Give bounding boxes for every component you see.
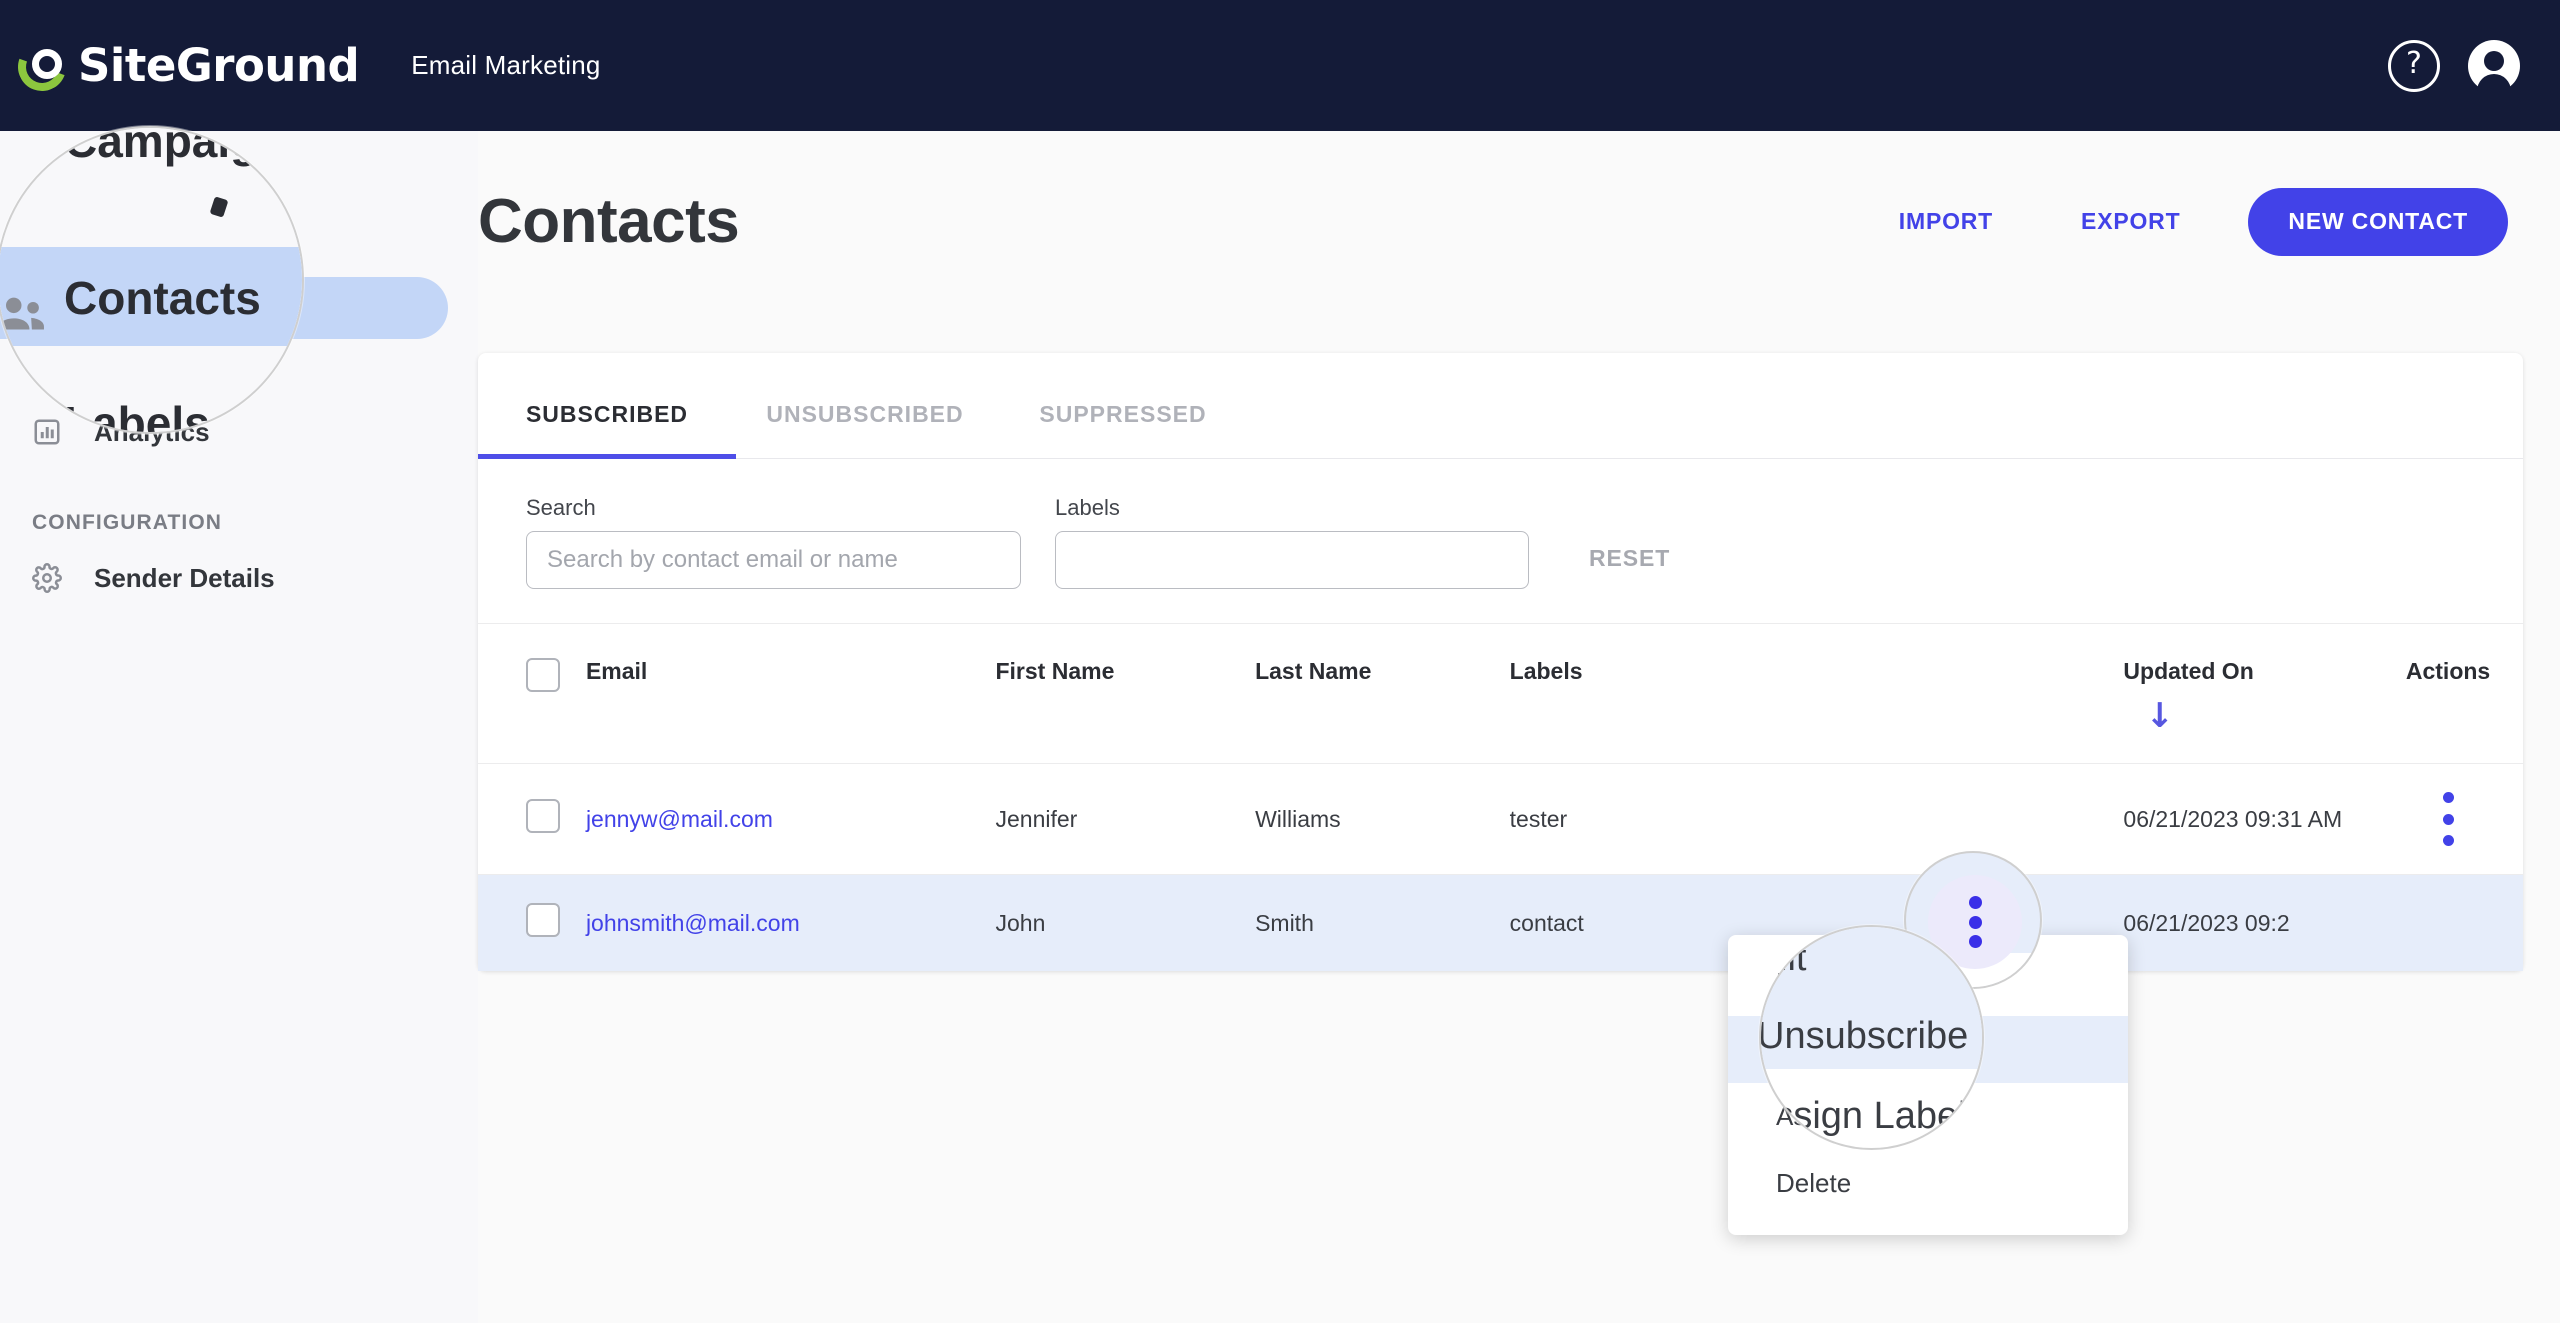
column-header-labels[interactable]: Labels	[1510, 624, 2124, 764]
tab-subscribed[interactable]: SUBSCRIBED	[478, 353, 736, 459]
export-button[interactable]: EXPORT	[2037, 208, 2224, 235]
cell-updated-on: 06/21/2023 09:31 AM	[2123, 805, 2343, 832]
select-all-header	[478, 624, 586, 764]
import-button[interactable]: IMPORT	[1855, 208, 2037, 235]
cell-last-name: Smith	[1255, 909, 1314, 936]
row-actions-kebab-icon[interactable]	[2442, 792, 2454, 846]
page-header: Contacts IMPORT EXPORT NEW CONTACT	[478, 131, 2560, 257]
table-row[interactable]: jennyw@mail.com Jennifer Williams tester…	[478, 763, 2523, 875]
menu-item-delete[interactable]: Delete	[1728, 1150, 2128, 1217]
magnified-assign-label: Assign Label	[1759, 1095, 1967, 1137]
column-header-first-name[interactable]: First Name	[995, 624, 1255, 764]
column-header-actions: Actions	[2405, 658, 2491, 684]
gear-icon	[32, 563, 72, 593]
labels-label: Labels	[1055, 495, 1120, 520]
magnifier-lens-menu: Edit Unsubscribe Assign Label	[1759, 925, 1984, 1150]
email-link[interactable]: johnsmith@mail.com	[586, 910, 800, 936]
cell-email: jennyw@mail.com	[586, 764, 996, 875]
reset-button[interactable]: RESET	[1589, 545, 1670, 572]
column-header-updated-on[interactable]: Updated On ↓	[2123, 624, 2373, 764]
brand-name: SiteGround	[78, 39, 360, 92]
email-link[interactable]: jennyw@mail.com	[586, 806, 773, 832]
select-all-checkbox[interactable]	[526, 658, 560, 692]
search-label: Search	[526, 495, 596, 520]
tab-unsubscribed[interactable]: UNSUBSCRIBED	[736, 353, 994, 458]
magnified-labels-label: Labels	[64, 397, 210, 434]
cell-actions	[2373, 875, 2523, 972]
column-header-email[interactable]: Email	[586, 624, 996, 764]
magnified-contacts-label: Contacts	[64, 272, 261, 324]
magnifier-lens-sidebar: Campaigns Contacts Labels	[0, 126, 304, 434]
cell-email: johnsmith@mail.com	[586, 875, 996, 972]
tab-suppressed[interactable]: SUPPRESSED	[994, 353, 1252, 458]
contacts-tabs: SUBSCRIBED UNSUBSCRIBED SUPPRESSED	[478, 353, 2523, 459]
new-contact-button[interactable]: NEW CONTACT	[2248, 187, 2508, 256]
cell-actions	[2373, 764, 2523, 875]
sidebar-section-configuration: CONFIGURATION	[32, 511, 223, 534]
column-header-last-name[interactable]: Last Name	[1255, 624, 1510, 764]
sort-desc-arrow-icon[interactable]: ↓	[2145, 699, 2373, 733]
contacts-card: SUBSCRIBED UNSUBSCRIBED SUPPRESSED Searc…	[478, 353, 2523, 971]
table-row[interactable]: johnsmith@mail.com John Smith contact 06…	[478, 874, 2523, 972]
page-header-actions: IMPORT EXPORT NEW CONTACT	[1855, 187, 2508, 256]
row-checkbox[interactable]	[526, 903, 560, 937]
avatar[interactable]	[2468, 39, 2520, 100]
cell-last-name: Williams	[1255, 805, 1341, 832]
main-content: Contacts IMPORT EXPORT NEW CONTACT SUBSC…	[478, 131, 2560, 1323]
help-icon[interactable]: ?	[2388, 39, 2440, 92]
row-select-cell	[478, 875, 586, 972]
labels-input[interactable]	[1055, 531, 1529, 589]
filters-bar: Search Labels RESET	[478, 459, 2523, 624]
row-select-cell	[478, 764, 586, 875]
magnified-edit-label: Edit	[1761, 937, 1807, 979]
search-input[interactable]	[526, 531, 1021, 589]
search-field: Search	[526, 495, 1021, 589]
page-title: Contacts	[478, 187, 740, 256]
contacts-table: Email First Name Last Name Labels Update…	[478, 624, 2523, 971]
brand-logo[interactable]: SiteGround	[10, 34, 360, 99]
sidebar-item-label: Sender Details	[94, 562, 275, 593]
magnified-people-icon	[0, 286, 50, 354]
cell-updated-on: 06/21/2023 09:2	[2123, 909, 2290, 936]
magnified-unsubscribe-label: Unsubscribe	[1759, 1015, 1969, 1057]
top-bar: SiteGround Email Marketing ?	[0, 0, 2560, 131]
cell-first-name: Jennifer	[995, 805, 1078, 832]
row-checkbox[interactable]	[526, 799, 560, 833]
table-header-row: Email First Name Last Name Labels Update…	[478, 624, 2523, 764]
cell-labels: tester	[1509, 805, 1568, 832]
column-header-updated-on-label: Updated On	[2123, 658, 2254, 684]
cell-first-name: John	[995, 909, 1046, 936]
siteground-logo-icon	[10, 34, 76, 99]
sidebar-item-sender-details[interactable]: Sender Details	[0, 547, 448, 609]
app-title: Email Marketing	[411, 50, 601, 80]
labels-field: Labels	[1021, 495, 1529, 589]
topbar-actions: ?	[2388, 39, 2520, 100]
magnified-campaigns-label: Campaigns	[64, 126, 304, 167]
